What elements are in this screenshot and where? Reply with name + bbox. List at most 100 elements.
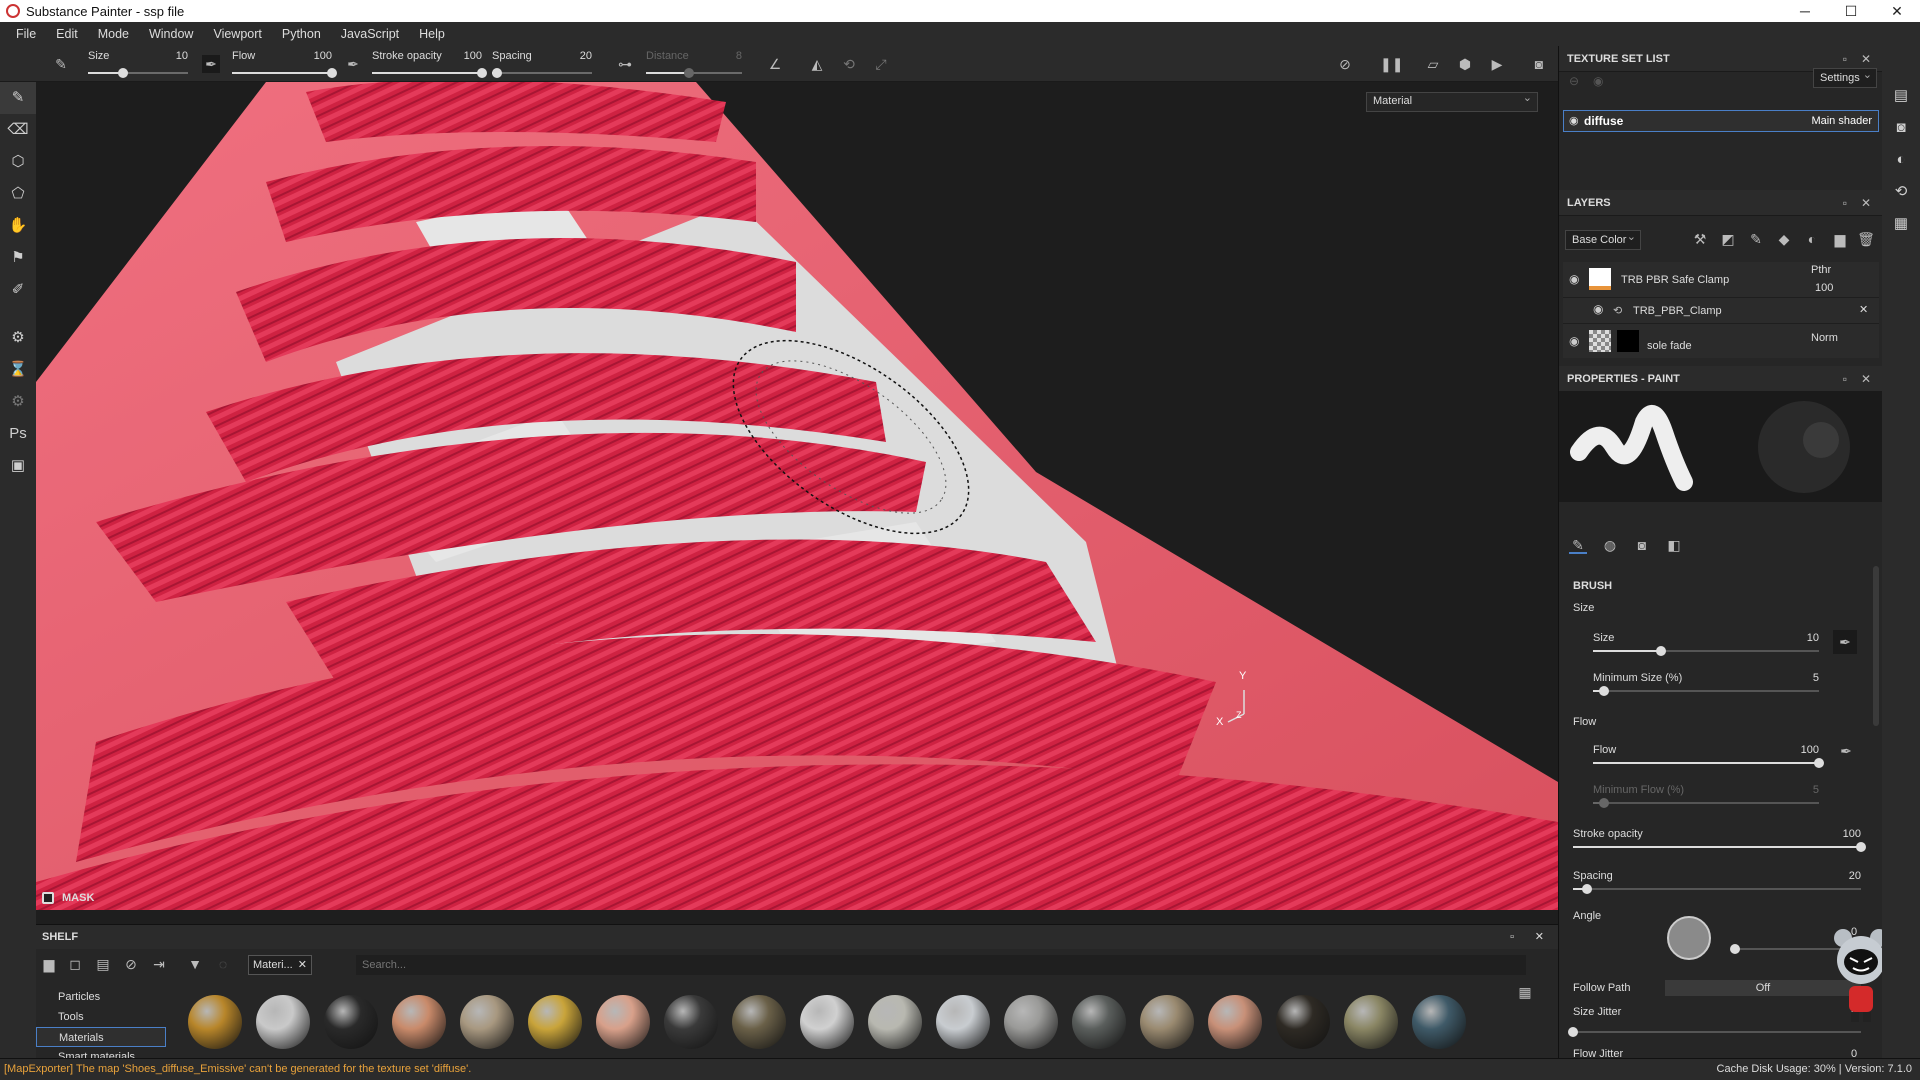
bake-icon[interactable]: ⚙ xyxy=(0,322,36,354)
view-3d-icon[interactable]: ⬢ xyxy=(1456,55,1474,73)
add-mask-icon[interactable]: ◩ xyxy=(1719,230,1737,248)
close-window-button[interactable]: ✕ xyxy=(1874,0,1920,22)
menu-javascript[interactable]: JavaScript xyxy=(331,27,409,41)
toolbar-flow-slider[interactable]: Flow 100 xyxy=(232,48,337,80)
symmetry-settings-icon[interactable]: ⟲ xyxy=(840,55,858,73)
paint-brush-icon[interactable]: ✎ xyxy=(0,82,36,114)
material-thumbnail[interactable] xyxy=(1208,995,1262,1049)
material-thumbnail[interactable] xyxy=(188,995,242,1049)
lazy-mouse-icon[interactable]: ⊶ xyxy=(616,55,634,73)
spacing-slider[interactable]: Spacing 20 xyxy=(1573,870,1861,898)
material-thumbnail[interactable] xyxy=(596,995,650,1049)
material-thumbnail[interactable] xyxy=(732,995,786,1049)
material-thumbnail[interactable] xyxy=(528,995,582,1049)
projection-icon[interactable]: ⬡ xyxy=(0,146,36,178)
shelf-filter-tag[interactable]: Materi... ✕ xyxy=(248,955,312,975)
menu-viewport[interactable]: Viewport xyxy=(203,27,271,41)
float-panel-icon[interactable]: ▫ xyxy=(1843,366,1847,392)
photoshop-icon[interactable]: Ps xyxy=(0,418,36,450)
symmetry-icon[interactable]: ◭ xyxy=(808,55,826,73)
link-icon[interactable]: ⊖ xyxy=(1569,74,1579,88)
display-settings-icon[interactable]: ◐ xyxy=(1882,144,1920,176)
iray-icon[interactable]: ⌛ xyxy=(0,354,36,386)
menu-file[interactable]: File xyxy=(6,27,46,41)
texture-set-diffuse[interactable]: ◉ diffuse Main shader xyxy=(1563,110,1879,132)
material-thumbnail[interactable] xyxy=(868,995,922,1049)
flow-pressure-icon[interactable]: ✒ xyxy=(344,55,362,73)
stencil-tab-icon[interactable]: ◙ xyxy=(1633,536,1651,554)
material-thumbnail[interactable] xyxy=(800,995,854,1049)
size-slider[interactable]: Size 10 xyxy=(1593,632,1819,660)
maximize-button[interactable]: ☐ xyxy=(1828,0,1874,22)
brush-tab-icon[interactable]: ✎ xyxy=(1569,536,1587,554)
material-thumbnail[interactable] xyxy=(1140,995,1194,1049)
grid-view-icon[interactable]: ▦ xyxy=(1516,983,1534,1001)
toolbar-distance-slider[interactable]: Distance 8 xyxy=(646,48,742,80)
alpha-tab-icon[interactable]: ◍ xyxy=(1601,536,1619,554)
shelf-search-input[interactable] xyxy=(356,955,1526,975)
new-item-icon[interactable]: ◻ xyxy=(66,955,84,973)
menu-mode[interactable]: Mode xyxy=(88,27,139,41)
eye-icon[interactable]: ◉ xyxy=(1569,334,1579,348)
minimize-button[interactable]: ─ xyxy=(1782,0,1828,22)
plugin-icon[interactable]: ⚙ xyxy=(0,386,36,418)
hide-icon[interactable]: ⊘ xyxy=(122,955,140,973)
polygon-fill-icon[interactable]: ⬠ xyxy=(0,178,36,210)
menu-edit[interactable]: Edit xyxy=(46,27,88,41)
visibility-icon[interactable]: ◉ xyxy=(1593,74,1603,88)
pen-pressure-icon[interactable]: ✒ xyxy=(202,55,220,73)
add-paint-layer-icon[interactable]: ✎ xyxy=(1747,230,1765,248)
save-icon[interactable]: ▤ xyxy=(94,955,112,973)
eye-icon[interactable]: ◉ xyxy=(1569,272,1579,286)
shelf-close-icon[interactable]: ✕ xyxy=(1535,925,1544,949)
eye-icon[interactable]: ◉ xyxy=(1593,302,1603,316)
log-icon[interactable]: ▦ xyxy=(1882,208,1920,240)
add-fill-layer-icon[interactable]: ◆ xyxy=(1775,230,1793,248)
add-folder-icon[interactable]: ▆ xyxy=(1831,230,1849,248)
viewport-mode-select[interactable]: Material xyxy=(1366,91,1538,112)
size-pressure-icon[interactable]: ✒ xyxy=(1833,630,1857,654)
hide-ui-icon[interactable]: ⊘ xyxy=(1336,55,1354,73)
material-thumbnail[interactable] xyxy=(1072,995,1126,1049)
toolbar-spacing-slider[interactable]: Spacing 20 xyxy=(492,48,592,80)
material-thumbnail[interactable] xyxy=(256,995,310,1049)
layer-row[interactable]: ◉ TRB PBR Safe Clamp Pthr 100 xyxy=(1563,262,1879,298)
import-icon[interactable]: ⇥ xyxy=(150,955,168,973)
texture-set-list-icon[interactable]: ▤ xyxy=(1882,80,1920,112)
angle-dial[interactable] xyxy=(1667,916,1711,960)
material-thumbnail[interactable] xyxy=(1344,995,1398,1049)
properties-scrollbar[interactable] xyxy=(1873,566,1879,726)
clone-stamp-icon[interactable]: ⚑ xyxy=(0,242,36,274)
channel-dropdown[interactable]: Base Color xyxy=(1565,228,1641,250)
category-particles[interactable]: Particles xyxy=(36,987,166,1007)
material-thumbnail[interactable] xyxy=(936,995,990,1049)
remove-effect-icon[interactable]: ✕ xyxy=(1859,303,1868,316)
material-tab-icon[interactable]: ◧ xyxy=(1665,536,1683,554)
stroke-opacity-slider[interactable]: Stroke opacity 100 xyxy=(1573,828,1866,856)
add-effect-icon[interactable]: ⚒ xyxy=(1691,230,1709,248)
min-size-slider[interactable]: Minimum Size (%) 5 xyxy=(1593,672,1819,700)
layer-row[interactable]: ◉ ⟲ TRB_PBR_Clamp ✕ xyxy=(1563,298,1879,324)
category-materials[interactable]: Materials xyxy=(36,1027,166,1047)
min-flow-slider[interactable]: Minimum Flow (%) 5 xyxy=(1593,784,1819,812)
toolbar-stroke-opacity-slider[interactable]: Stroke opacity 100 xyxy=(372,48,487,80)
eye-icon[interactable]: ◉ xyxy=(1569,111,1579,131)
remove-filter-icon[interactable]: ✕ xyxy=(298,956,307,974)
history-icon[interactable]: ⟲ xyxy=(1882,176,1920,208)
add-filter-icon[interactable]: ◐ xyxy=(1803,230,1821,248)
pause-icon[interactable]: ❚❚ xyxy=(1380,55,1403,73)
smudge-icon[interactable]: ✋ xyxy=(0,210,36,242)
material-thumbnail[interactable] xyxy=(460,995,514,1049)
menu-help[interactable]: Help xyxy=(409,27,455,41)
material-thumbnail[interactable] xyxy=(392,995,446,1049)
filter-icon[interactable]: ▼ xyxy=(186,955,204,973)
texture-set-settings-icon[interactable]: ◙ xyxy=(1882,112,1920,144)
material-thumbnail[interactable] xyxy=(1412,995,1466,1049)
menu-python[interactable]: Python xyxy=(272,27,331,41)
screenshot-icon[interactable]: ◙ xyxy=(1530,55,1548,73)
mask-toggle[interactable]: MASK xyxy=(36,886,94,910)
size-jitter-knob[interactable] xyxy=(1568,1027,1578,1037)
angle-lock-icon[interactable]: ∠ xyxy=(766,55,784,73)
angle-slider-knob[interactable] xyxy=(1730,944,1740,954)
texture-set-settings-dropdown[interactable]: Settings xyxy=(1813,66,1877,88)
